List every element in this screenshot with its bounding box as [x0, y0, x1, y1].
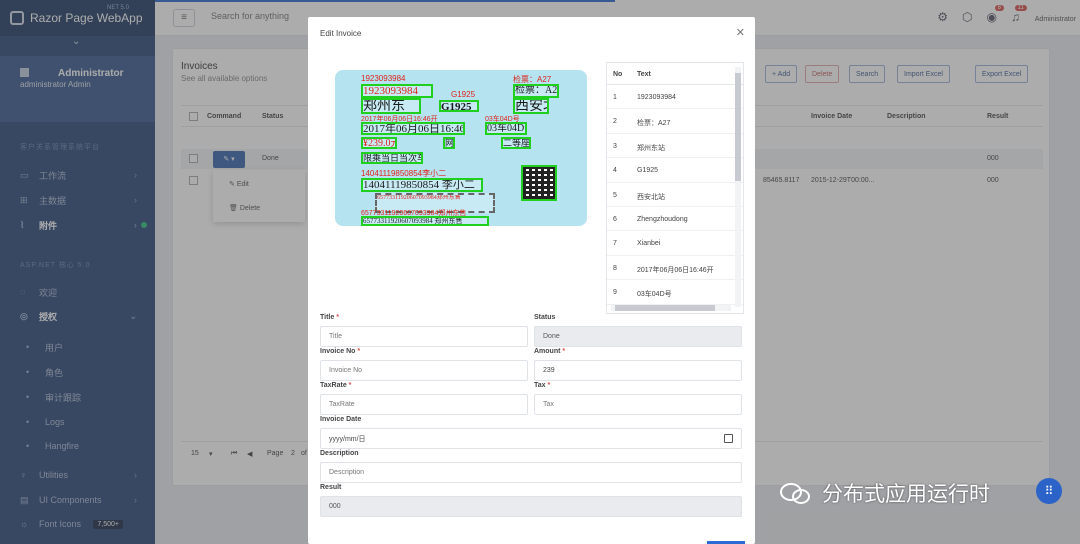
ocr-box: 网: [443, 137, 455, 149]
calendar-icon[interactable]: [724, 434, 733, 443]
ocr-box: 14041119850854 李小二: [361, 178, 483, 192]
table-row[interactable]: 2 检票：A27: [607, 109, 743, 134]
status-label: Status: [534, 314, 556, 321]
title-field[interactable]: Title: [320, 326, 528, 347]
taxrate-field[interactable]: TaxRate: [320, 394, 528, 415]
invoice-image: 1923093984 检票：A27 1923093984 检票：A27 G192…: [335, 70, 587, 226]
result-label: Result: [320, 484, 342, 491]
ocr-box: ¥239.0元: [361, 137, 397, 149]
invoice-no-field[interactable]: Invoice No: [320, 360, 528, 381]
watermark: 分布式应用运行时: [778, 478, 990, 508]
ocr-box: 03车04D号: [485, 122, 527, 135]
edit-invoice-dialog: Edit Invoice ✕ 1923093984 检票：A27 1923093…: [308, 17, 755, 544]
dialog-title: Edit Invoice: [320, 29, 362, 38]
tax-field[interactable]: Tax: [534, 394, 742, 415]
result-field: 000: [320, 496, 742, 517]
table-row[interactable]: 8 2017年06月06日16:46开: [607, 256, 743, 281]
amount-field[interactable]: 239: [534, 360, 742, 381]
table-row[interactable]: 6 Zhengzhoudong: [607, 207, 743, 232]
ocr-label: G1925: [451, 90, 476, 99]
title-label: Title *: [320, 314, 339, 321]
scrollbar-thumb[interactable]: [735, 73, 741, 181]
ocr-label: 1923093984: [361, 74, 406, 83]
table-row[interactable]: 1 1923093984: [607, 85, 743, 110]
invoice-date-field[interactable]: yyyy/mm/日: [320, 428, 742, 449]
ocr-box: 限乘当日当次车: [361, 152, 423, 164]
column-text: Text: [637, 71, 651, 78]
description-label: Description: [320, 450, 359, 457]
table-row[interactable]: 4 G1925: [607, 158, 743, 183]
table-row[interactable]: 3 郑州东站: [607, 134, 743, 159]
ocr-box: 65773311920607093984 郑州东售: [361, 216, 489, 226]
watermark-text: 分布式应用运行时: [822, 483, 990, 506]
wechat-icon: [778, 479, 814, 507]
invoice-no-label: Invoice No *: [320, 348, 361, 355]
ocr-box: 西安北: [513, 98, 549, 114]
qr-code: [521, 165, 557, 201]
scrollbar-thumb[interactable]: [615, 305, 715, 311]
table-header: No Text: [607, 63, 743, 85]
ocr-box: 郑州东: [361, 98, 421, 114]
status-field: Done: [534, 326, 742, 347]
ocr-box: 2017年06月06日16:46开: [361, 122, 465, 135]
table-row[interactable]: 5 西安北站: [607, 183, 743, 207]
table-row[interactable]: 7 Xianbei: [607, 231, 743, 256]
ocr-box: 检票：A27: [513, 84, 559, 98]
grid-menu-icon[interactable]: ⠿: [1036, 478, 1062, 504]
ocr-results-table: No Text 1 1923093984 2 检票：A27 3 郑州东站 4 G1925…: [606, 62, 744, 314]
invoice-date-label: Invoice Date: [320, 416, 362, 423]
description-field[interactable]: Description: [320, 462, 742, 483]
close-icon[interactable]: ✕: [736, 26, 745, 39]
column-no: No: [613, 71, 623, 78]
amount-label: Amount *: [534, 348, 566, 355]
tax-label: Tax *: [534, 382, 551, 389]
ocr-box: 二等座: [501, 137, 531, 149]
taxrate-label: TaxRate *: [320, 382, 352, 389]
table-row[interactable]: 9 03车04D号: [607, 280, 743, 305]
ocr-box: 1923093984: [361, 84, 433, 98]
ocr-box: G1925: [439, 100, 479, 112]
